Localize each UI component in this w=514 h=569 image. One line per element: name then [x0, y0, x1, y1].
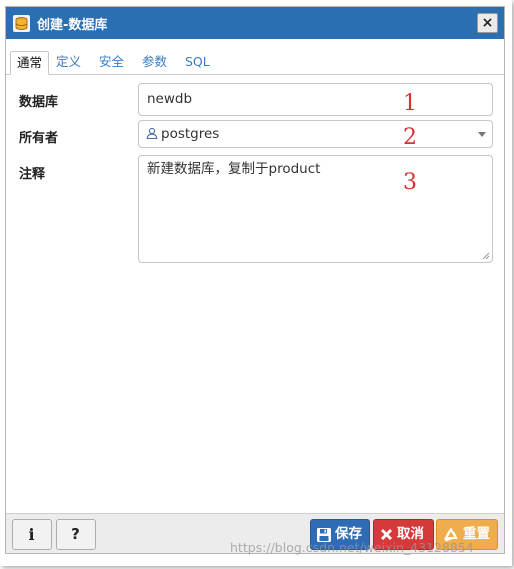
comment-value: 新建数据库，复制于product: [147, 161, 321, 177]
close-button[interactable]: ×: [477, 13, 498, 33]
annotation-1: 1: [403, 91, 417, 116]
tab-definition[interactable]: 定义: [50, 51, 87, 75]
info-button[interactable]: i: [12, 519, 52, 550]
comment-label: 注释: [19, 167, 46, 182]
info-icon: i: [28, 525, 35, 544]
owner-value: postgres: [161, 126, 220, 142]
tab-parameters[interactable]: 参数: [136, 51, 173, 75]
resize-grip-icon[interactable]: [482, 252, 490, 260]
owner-label: 所有者: [19, 131, 59, 146]
database-name-label: 数据库: [19, 95, 59, 110]
comment-textarea[interactable]: 新建数据库，复制于product: [138, 155, 493, 263]
help-icon: ?: [71, 525, 80, 543]
tab-sql[interactable]: SQL: [179, 51, 216, 75]
tab-bar: 通常 定义 安全 参数 SQL: [6, 45, 504, 75]
dialog-titlebar[interactable]: 创建-数据库 ×: [6, 7, 504, 39]
dialog-title: 创建-数据库: [37, 18, 108, 33]
database-icon: [13, 15, 30, 32]
create-database-dialog: 创建-数据库 × 通常 定义 安全 参数 SQL 数据库 newdb 所有者 p…: [5, 6, 505, 554]
annotation-2: 2: [403, 125, 417, 150]
annotation-3: 3: [403, 170, 417, 195]
user-icon: [146, 127, 158, 139]
tab-security[interactable]: 安全: [93, 51, 130, 75]
watermark: https://blog.csdn.net/weixin_43128854: [230, 540, 474, 555]
database-name-input[interactable]: newdb: [138, 83, 493, 116]
tab-general[interactable]: 通常: [10, 51, 50, 75]
owner-select[interactable]: postgres: [138, 120, 493, 148]
help-button[interactable]: ?: [56, 519, 96, 550]
chevron-down-icon[interactable]: [478, 132, 486, 137]
